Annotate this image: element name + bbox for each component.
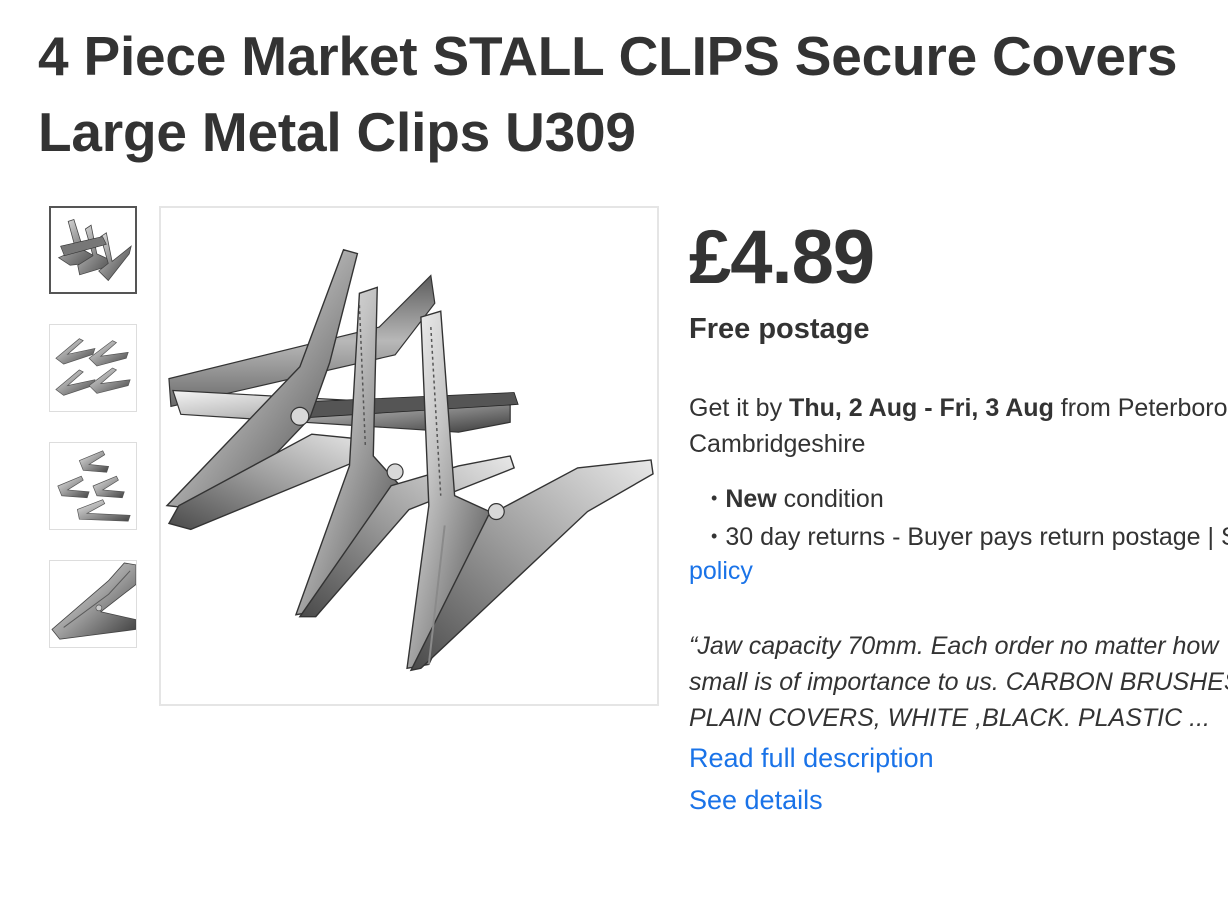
thumbnail-1-clips-pile[interactable]	[49, 206, 137, 294]
delivery-estimate: Get it by Thu, 2 Aug - Fri, 3 Aug from P…	[689, 390, 1228, 462]
item-title-line-2: Large Metal Clips U309	[38, 101, 636, 163]
returns-item: 30 day returns - Buyer pays return posta…	[711, 519, 1228, 557]
condition-value: New	[725, 485, 777, 513]
thumbnail-2-clips-row[interactable]	[49, 324, 137, 412]
returns-policy-link[interactable]: policy	[689, 553, 753, 589]
condition-suffix: condition	[776, 485, 884, 513]
main-product-image[interactable]	[159, 206, 659, 706]
clips-pile-image	[57, 218, 132, 282]
item-price: £4.89	[689, 215, 875, 300]
delivery-line-1: Get it by Thu, 2 Aug - Fri, 3 Aug from P…	[689, 390, 1228, 426]
clip-closeup-image	[51, 562, 136, 640]
condition-item: New condition	[711, 481, 1228, 519]
metal-stall-clips-photo	[165, 248, 654, 672]
description-line-1: “Jaw capacity 70mm. Each order no matter…	[689, 632, 1219, 660]
description-snippet: “Jaw capacity 70mm. Each order no matter…	[689, 628, 1228, 736]
delivery-location: Cambridgeshire	[689, 430, 866, 458]
delivery-dates: Thu, 2 Aug - Fri, 3 Aug	[789, 394, 1054, 422]
item-title-line-1: 4 Piece Market STALL CLIPS Secure Covers	[38, 25, 1178, 87]
item-title: 4 Piece Market STALL CLIPS Secure Covers…	[38, 18, 1228, 170]
item-features-list: New condition 30 day returns - Buyer pay…	[711, 481, 1228, 557]
delivery-prefix: Get it by	[689, 394, 790, 422]
see-details-link[interactable]: See details	[689, 782, 823, 818]
description-line-2: small is of importance to us. CARBON BRU…	[689, 668, 1228, 696]
thumbnail-4-clip-closeup[interactable]	[49, 560, 137, 648]
postage-label: Free postage	[689, 313, 870, 345]
returns-text: 30 day returns - Buyer pays return posta…	[725, 523, 1228, 551]
clips-row-image	[55, 338, 131, 396]
read-full-description-link[interactable]: Read full description	[689, 740, 934, 776]
clips-zigzag-image	[57, 450, 131, 522]
thumbnail-3-clips-zigzag[interactable]	[49, 442, 137, 530]
description-line-3: PLAIN COVERS, WHITE ,BLACK. PLASTIC ...	[689, 704, 1210, 732]
delivery-from: from Peterborough,	[1060, 394, 1228, 422]
